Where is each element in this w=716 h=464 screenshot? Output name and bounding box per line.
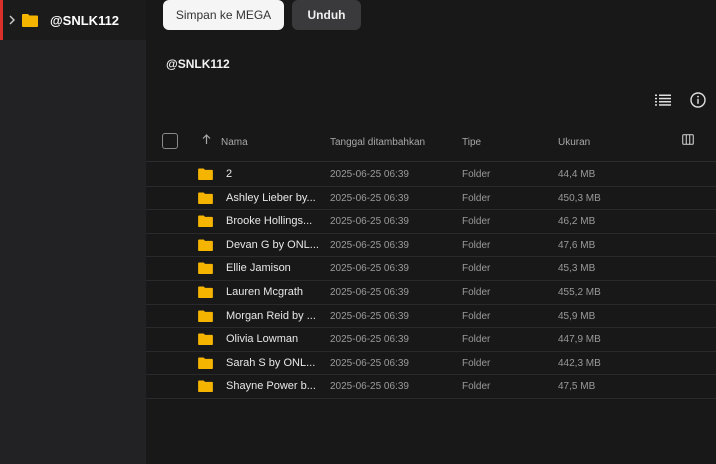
file-size: 447,9 MB bbox=[558, 334, 601, 346]
file-date: 2025-06-25 06:39 bbox=[330, 287, 409, 298]
file-date: 2025-06-25 06:39 bbox=[330, 310, 409, 322]
file-name[interactable]: Sarah S by ONL... bbox=[226, 357, 315, 369]
folder-icon bbox=[198, 333, 213, 346]
file-name[interactable]: Morgan Reid by ... bbox=[226, 310, 316, 322]
file-type: Folder bbox=[462, 263, 491, 275]
table-row[interactable]: Ellie Jamison 2025-06-25 06:39 Folder 45,3 … bbox=[146, 257, 716, 281]
column-header-type[interactable]: Tipe bbox=[462, 137, 481, 148]
file-type: Folder bbox=[462, 192, 491, 204]
sidebar: @SNLK112 bbox=[0, 0, 146, 464]
table-row[interactable]: Devan G by ONL... 2025-06-25 06:39 Folder 4… bbox=[146, 234, 716, 258]
table-row[interactable]: Ashley Lieber by... 2025-06-25 06:39 Folde… bbox=[146, 187, 716, 211]
file-size: 450,3 MB bbox=[558, 192, 601, 204]
download-button[interactable]: Unduh bbox=[292, 0, 361, 30]
column-header-size[interactable]: Ukuran bbox=[558, 137, 590, 148]
file-date: 2025-06-25 06:39 bbox=[330, 263, 409, 275]
file-type: Folder bbox=[462, 357, 491, 369]
file-name[interactable]: Lauren Mcgrath bbox=[226, 286, 303, 298]
file-type: Folder bbox=[462, 216, 491, 228]
file-date: 2025-06-25 06:39 bbox=[330, 357, 409, 369]
file-size: 45,9 MB bbox=[558, 310, 596, 322]
file-date: 2025-06-25 06:39 bbox=[330, 192, 409, 204]
file-date: 2025-06-25 06:39 bbox=[330, 381, 409, 393]
list-view-icon[interactable] bbox=[653, 90, 673, 110]
folder-icon bbox=[22, 13, 40, 27]
columns-icon[interactable] bbox=[682, 134, 694, 148]
save-to-mega-button[interactable]: Simpan ke MEGA bbox=[163, 0, 284, 30]
file-name[interactable]: Ellie Jamison bbox=[226, 262, 291, 274]
file-size: 47,5 MB bbox=[558, 381, 596, 393]
table-row[interactable]: Sarah S by ONL... 2025-06-25 06:39 Folder 4… bbox=[146, 352, 716, 376]
file-type: Folder bbox=[462, 169, 491, 180]
table-row[interactable]: Shayne Power b... 2025-06-25 06:39 Folder 4… bbox=[146, 375, 716, 399]
table-row[interactable]: 2 2025-06-25 06:39 Folder 44,4 MB bbox=[146, 163, 716, 187]
file-type: Folder bbox=[462, 310, 491, 322]
sort-ascending-icon[interactable] bbox=[202, 134, 211, 148]
top-bar: Simpan ke MEGA Unduh bbox=[146, 0, 716, 40]
select-all-checkbox[interactable] bbox=[162, 133, 178, 149]
file-size: 45,3 MB bbox=[558, 263, 596, 275]
file-type: Folder bbox=[462, 287, 491, 298]
folder-icon bbox=[198, 310, 213, 322]
folder-icon bbox=[198, 168, 213, 180]
file-name[interactable]: Shayne Power b... bbox=[226, 380, 316, 392]
folder-icon bbox=[198, 215, 213, 228]
column-header-name[interactable]: Nama bbox=[221, 137, 248, 148]
folder-icon bbox=[198, 262, 213, 275]
info-icon[interactable] bbox=[688, 90, 708, 110]
table-row[interactable]: Olivia Lowman 2025-06-25 06:39 Folder 447,9… bbox=[146, 328, 716, 352]
file-date: 2025-06-25 06:39 bbox=[330, 216, 409, 228]
file-date: 2025-06-25 06:39 bbox=[330, 334, 409, 346]
folder-icon bbox=[198, 239, 213, 251]
table-header: Nama Tanggal ditambahkan Tipe Ukuran bbox=[146, 127, 716, 162]
folder-icon bbox=[198, 357, 213, 369]
file-type: Folder bbox=[462, 381, 491, 393]
file-name[interactable]: Devan G by ONL... bbox=[226, 239, 319, 251]
main-panel: @SNLK112 Nama Tanggal ditambahkan Tipe U… bbox=[146, 40, 716, 464]
file-type: Folder bbox=[462, 334, 491, 346]
folder-icon bbox=[198, 192, 213, 204]
table-row[interactable]: Morgan Reid by ... 2025-06-25 06:39 Folder… bbox=[146, 305, 716, 329]
column-header-date[interactable]: Tanggal ditambahkan bbox=[330, 137, 425, 148]
file-name[interactable]: Olivia Lowman bbox=[226, 333, 298, 345]
file-date: 2025-06-25 06:39 bbox=[330, 169, 409, 180]
file-size: 47,6 MB bbox=[558, 239, 596, 251]
chevron-right-icon[interactable] bbox=[8, 15, 22, 25]
sidebar-item-snlk112[interactable]: @SNLK112 bbox=[0, 0, 146, 40]
table-row[interactable]: Lauren Mcgrath 2025-06-25 06:39 Folder 455,… bbox=[146, 281, 716, 305]
file-name[interactable]: Brooke Hollings... bbox=[226, 215, 312, 227]
folder-icon bbox=[198, 286, 213, 298]
file-size: 44,4 MB bbox=[558, 169, 596, 180]
table-row[interactable]: Brooke Hollings... 2025-06-25 06:39 Folder… bbox=[146, 210, 716, 234]
file-size: 46,2 MB bbox=[558, 216, 596, 228]
file-size: 455,2 MB bbox=[558, 287, 601, 298]
sidebar-item-label: @SNLK112 bbox=[50, 12, 120, 28]
file-name[interactable]: 2 bbox=[226, 168, 232, 180]
folder-icon bbox=[198, 380, 213, 393]
page-title: @SNLK112 bbox=[166, 57, 230, 71]
file-size: 442,3 MB bbox=[558, 357, 601, 369]
file-type: Folder bbox=[462, 239, 491, 251]
file-name[interactable]: Ashley Lieber by... bbox=[226, 192, 316, 204]
file-date: 2025-06-25 06:39 bbox=[330, 239, 409, 251]
